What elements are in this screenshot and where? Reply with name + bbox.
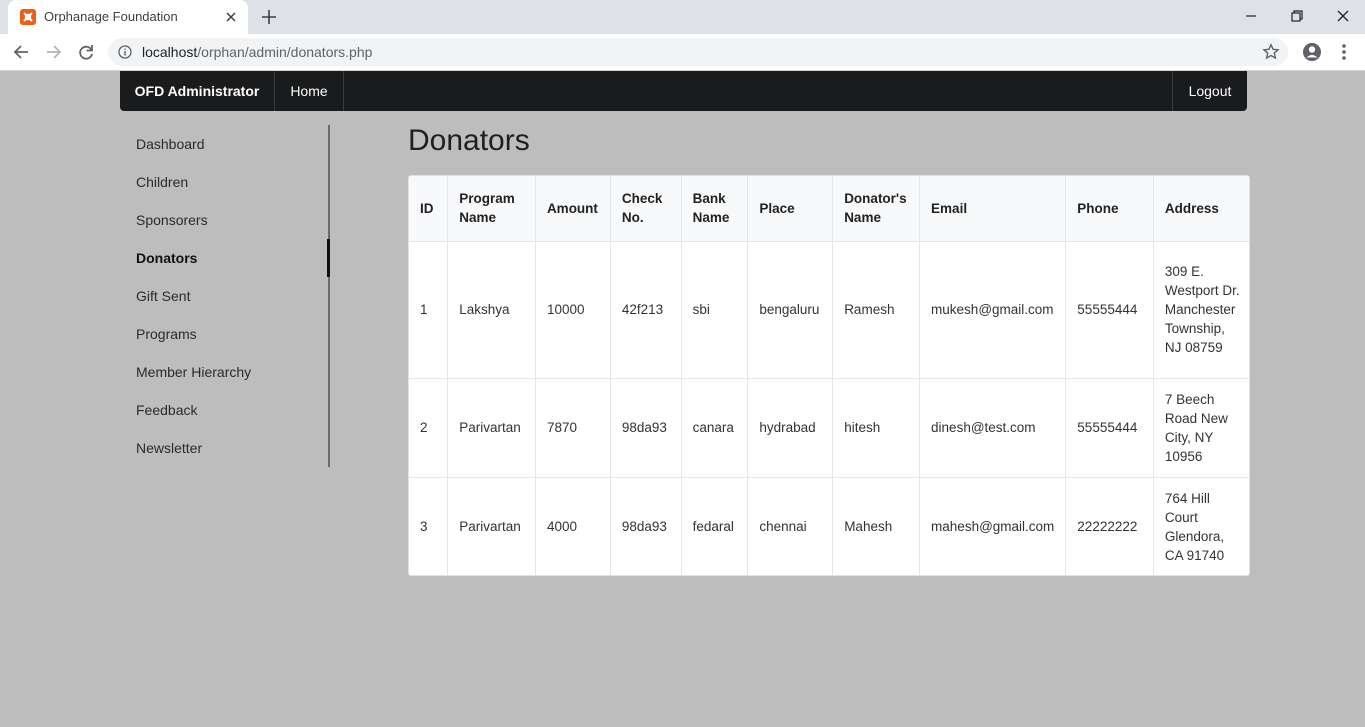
table-cell: hitesh [832,378,920,478]
column-header: Place [747,176,833,242]
table-cell: 7 Beech Road New City, NY 10956 [1152,378,1249,478]
sidebar-item-children[interactable]: Children [136,163,188,201]
table-cell: dinesh@test.com [919,378,1066,478]
table-cell: hydrabad [747,378,833,478]
window-close-icon[interactable] [1333,6,1353,26]
table-cell: Parivartan [447,477,536,575]
table-cell: canara [680,378,748,478]
reload-icon[interactable] [76,42,96,62]
active-indicator [327,239,330,277]
logout-link[interactable]: Logout [1172,71,1247,111]
table-row: 3 Parivartan 4000 98da93 fedaral chennai… [409,477,1249,575]
sidebar-item-newsletter[interactable]: Newsletter [136,429,202,467]
column-header: Check No. [609,176,682,242]
address-bar[interactable]: localhost/orphan/admin/donators.php [108,38,1288,66]
info-icon[interactable] [118,45,132,59]
table-cell: 55555444 [1065,378,1154,478]
table-header-row: ID Program Name Amount Check No. Bank Na… [409,176,1249,242]
table-cell: 10000 [534,241,611,379]
sidebar-item-member-hierarchy[interactable]: Member Hierarchy [136,353,251,391]
browser-tabbar: Orphanage Foundation [0,0,1365,34]
browser-tab[interactable]: Orphanage Foundation [8,0,248,34]
restore-icon[interactable] [1287,6,1307,26]
column-header: Phone [1065,176,1154,242]
table-cell: 2 [409,378,448,478]
browser-toolbar: localhost/orphan/admin/donators.php [0,34,1365,71]
sidebar-item-donators[interactable]: Donators [136,239,197,277]
sidebar-item-feedback[interactable]: Feedback [136,391,197,429]
xampp-favicon-icon [20,9,36,25]
tab-title: Orphanage Foundation [44,9,178,24]
table-cell: 309 E. Westport Dr. Manchester Township,… [1152,241,1249,379]
column-header: Program Name [447,176,536,242]
donators-table: ID Program Name Amount Check No. Bank Na… [409,176,1249,575]
table-cell: 4000 [534,477,611,575]
table-cell: 55555444 [1065,241,1154,379]
column-header: Donator's Name [832,176,920,242]
back-arrow-icon[interactable] [12,42,32,62]
table-row: 1 Lakshya 10000 42f213 sbi bengaluru Ram… [409,241,1249,379]
close-icon[interactable] [224,10,238,24]
profile-avatar-icon[interactable] [1302,42,1322,62]
table-cell: Mahesh [832,477,920,575]
column-header: Bank Name [680,176,748,242]
table-cell: fedaral [680,477,748,575]
url-host: localhost [142,44,198,60]
table-cell: 98da93 [609,378,682,478]
table-cell: 22222222 [1065,477,1154,575]
table-cell: sbi [680,241,748,379]
column-header: Amount [534,176,611,242]
donators-table-container: ID Program Name Amount Check No. Bank Na… [408,175,1250,576]
kebab-menu-icon[interactable] [1336,42,1352,62]
forward-arrow-icon[interactable] [43,42,63,62]
table-cell: Lakshya [447,241,536,379]
table-cell: 1 [409,241,448,379]
table-cell: bengaluru [747,241,833,379]
new-tab-plus-icon[interactable] [260,8,278,26]
table-cell: Parivartan [447,378,536,478]
url-path: /orphan/admin/donators.php [197,44,373,60]
column-header: ID [409,176,448,242]
table-cell: mahesh@gmail.com [919,477,1066,575]
sidebar: Dashboard Children Sponsorers Donators G… [120,125,330,467]
table-cell: 7870 [534,378,611,478]
table-cell: 98da93 [609,477,682,575]
bookmark-star-icon[interactable] [1262,43,1280,61]
minimize-icon[interactable] [1241,6,1261,26]
table-row: 2 Parivartan 7870 98da93 canara hydrabad… [409,378,1249,478]
column-header: Email [919,176,1066,242]
table-cell: mukesh@gmail.com [919,241,1066,379]
table-cell: Ramesh [832,241,920,379]
table-cell: 764 Hill Court Glendora, CA 91740 [1152,477,1249,575]
navbar-brand[interactable]: OFD Administrator [120,71,275,111]
page-title: Donators [408,124,530,157]
table-cell: 3 [420,519,428,535]
sidebar-item-gift-sent[interactable]: Gift Sent [136,277,190,315]
table-cell: chennai [747,477,833,575]
nav-home-link[interactable]: Home [275,71,344,111]
admin-navbar: OFD Administrator Home Logout [120,71,1247,111]
column-header: Address [1152,176,1249,242]
table-cell: 42f213 [609,241,682,379]
sidebar-item-sponsorers[interactable]: Sponsorers [136,201,208,239]
sidebar-item-dashboard[interactable]: Dashboard [136,125,205,163]
url-text: localhost/orphan/admin/donators.php [142,44,372,60]
sidebar-item-programs[interactable]: Programs [136,315,197,353]
